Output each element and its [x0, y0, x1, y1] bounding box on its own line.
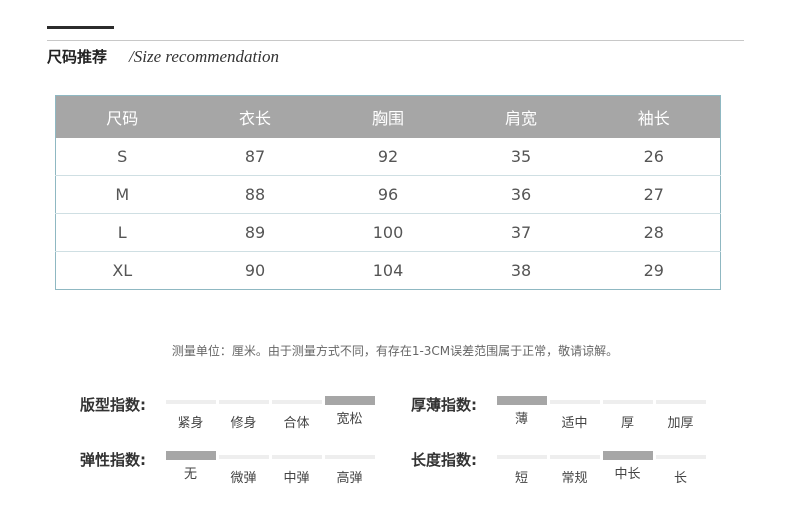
heading-title-en: /Size recommendation	[129, 47, 279, 66]
table-header-row: 尺码 衣长 胸围 肩宽 袖长	[55, 95, 721, 138]
elasticity-option: 微弹	[217, 451, 270, 486]
cell-size: XL	[112, 261, 133, 280]
fit-option-bar	[165, 400, 216, 404]
length-index-options: 短 常规 中长 长	[495, 451, 707, 486]
elasticity-option-bar	[271, 455, 322, 459]
length-index: 长度指数: 短 常规 中长 长	[411, 451, 707, 486]
cell-length: 87	[244, 146, 266, 166]
length-option-bar	[655, 455, 706, 459]
length-option-label: 常规	[561, 471, 588, 486]
fit-option-label: 合体	[283, 416, 310, 431]
thickness-option-bar	[549, 400, 600, 404]
fit-index-label: 版型指数:	[80, 396, 146, 414]
fit-option-label: 宽松	[336, 412, 363, 427]
fit-index-options: 紧身 修身 合体 宽松	[164, 396, 376, 431]
elasticity-option-label: 高弹	[336, 471, 363, 486]
fit-index: 版型指数: 紧身 修身 合体 宽松	[80, 396, 376, 431]
elasticity-option-bar	[165, 451, 216, 460]
table-row: XL 90 104 38 29	[55, 251, 721, 290]
header-shoulder: 肩宽	[504, 108, 537, 128]
thickness-index-options: 薄 适中 厚 加厚	[495, 396, 707, 431]
elasticity-option: 无	[164, 451, 217, 486]
cell-size: M	[115, 185, 130, 204]
cell-length: 89	[244, 223, 266, 242]
length-option-label: 中长	[614, 467, 641, 482]
cell-chest: 100	[372, 223, 404, 242]
elasticity-option: 高弹	[323, 451, 376, 486]
thickness-index: 厚薄指数: 薄 适中 厚 加厚	[411, 396, 707, 431]
header-length: 衣长	[238, 108, 271, 128]
length-option: 短	[495, 451, 548, 486]
elasticity-option-label: 中弹	[283, 471, 310, 486]
heading-accent-bar	[47, 26, 114, 29]
thickness-option-label: 加厚	[667, 416, 694, 431]
section-heading: 尺码推荐 /Size recommendation	[47, 46, 279, 70]
thickness-option-bar	[496, 396, 547, 405]
cell-chest: 104	[372, 261, 404, 280]
header-sleeve: 袖长	[637, 108, 670, 128]
length-index-label: 长度指数:	[411, 451, 477, 469]
thickness-option: 适中	[548, 396, 601, 431]
table-row: M 88 96 36 27	[55, 175, 721, 214]
cell-size: L	[117, 223, 127, 242]
cell-shoulder: 38	[510, 261, 532, 280]
cell-sleeve: 29	[643, 261, 664, 280]
table-row: L 89 100 37 28	[55, 213, 721, 252]
cell-sleeve: 28	[643, 223, 664, 242]
thickness-option-bar	[602, 400, 653, 404]
length-option-label: 长	[673, 471, 687, 486]
heading-title-cn: 尺码推荐	[47, 48, 108, 66]
cell-sleeve: 27	[643, 185, 664, 204]
cell-shoulder: 35	[510, 146, 532, 166]
thickness-option-label: 适中	[561, 416, 588, 431]
cell-sleeve: 26	[643, 146, 664, 166]
length-option-bar	[496, 455, 547, 459]
elasticity-index-label: 弹性指数:	[80, 451, 146, 469]
thickness-option-label: 厚	[620, 416, 634, 431]
thickness-index-label: 厚薄指数:	[411, 396, 477, 414]
thickness-option-label: 薄	[514, 412, 528, 427]
cell-shoulder: 36	[510, 185, 532, 204]
cell-size: S	[117, 146, 128, 166]
cell-chest: 96	[377, 185, 399, 204]
elasticity-option-label: 微弹	[230, 471, 257, 486]
thickness-option: 厚	[601, 396, 654, 431]
elasticity-index: 弹性指数: 无 微弹 中弹 高弹	[80, 451, 376, 486]
elasticity-option-bar	[324, 455, 375, 459]
elasticity-option-bar	[218, 455, 269, 459]
fit-option: 修身	[217, 396, 270, 431]
measurement-note: 测量单位：厘米。由于测量方式不同，有存在1-3CM误差范围属于正常，敬请谅解。	[171, 344, 619, 358]
length-option-bar	[549, 455, 600, 459]
cell-shoulder: 37	[510, 223, 532, 242]
cell-length: 88	[244, 185, 266, 204]
size-chart-table: 尺码 衣长 胸围 肩宽 袖长 S 87 92 35 26 M 88 96 36 …	[55, 95, 721, 290]
elasticity-option: 中弹	[270, 451, 323, 486]
cell-length: 90	[244, 261, 266, 280]
fit-option-bar	[324, 396, 375, 405]
table-row: S 87 92 35 26	[56, 138, 721, 176]
length-option: 中长	[601, 451, 654, 486]
thickness-option-bar	[655, 400, 706, 404]
fit-option: 宽松	[323, 396, 376, 431]
heading-divider	[47, 40, 744, 41]
length-option: 常规	[548, 451, 601, 486]
fit-option: 合体	[270, 396, 323, 431]
fit-option-bar	[218, 400, 269, 404]
length-option-bar	[602, 451, 653, 460]
fit-option: 紧身	[164, 396, 217, 431]
cell-chest: 92	[377, 146, 399, 166]
length-option: 长	[654, 451, 707, 486]
elasticity-index-options: 无 微弹 中弹 高弹	[164, 451, 376, 486]
fit-option-label: 修身	[230, 416, 257, 431]
elasticity-option-label: 无	[183, 467, 197, 482]
fit-option-bar	[271, 400, 322, 404]
length-option-label: 短	[514, 471, 528, 486]
header-chest: 胸围	[371, 108, 404, 128]
thickness-option: 加厚	[654, 396, 707, 431]
fit-option-label: 紧身	[177, 416, 204, 431]
thickness-option: 薄	[495, 396, 548, 431]
header-size: 尺码	[106, 108, 139, 128]
